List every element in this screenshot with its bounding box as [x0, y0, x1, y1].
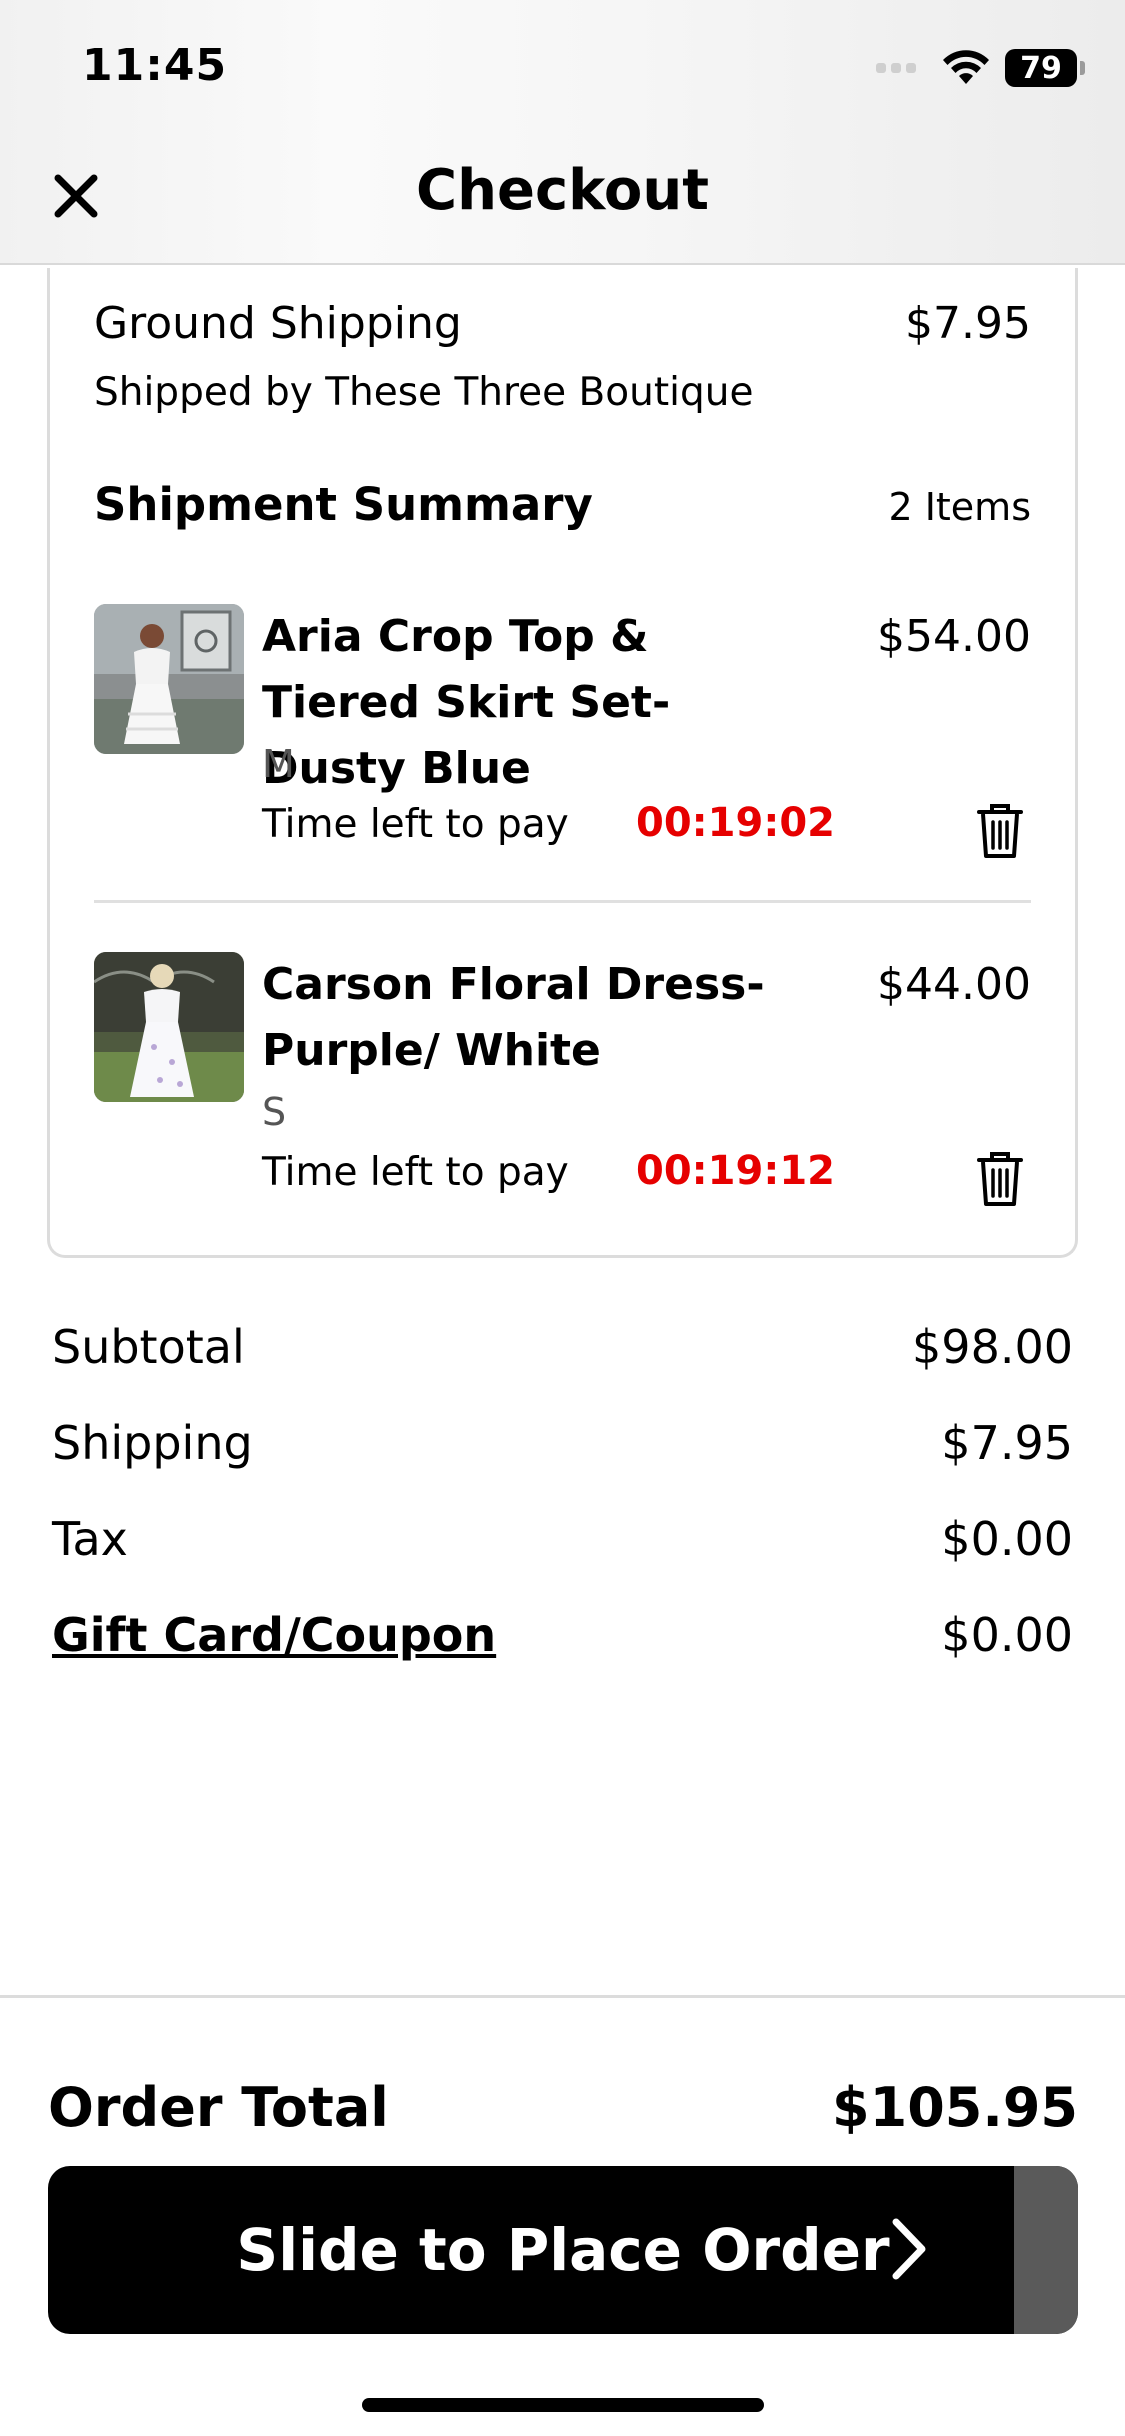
- trash-icon[interactable]: [975, 1150, 1025, 1208]
- subtotal-value: $98.00: [912, 1320, 1073, 1374]
- status-time: 11:45: [82, 40, 228, 91]
- product-name[interactable]: Carson Floral Dress- Purple/ White: [262, 952, 802, 1084]
- cart-item-1: Aria Crop Top & Tiered Skirt Set- Dusty …: [94, 604, 1031, 894]
- item-divider: [94, 900, 1031, 903]
- order-total-row: Order Total $105.95: [48, 2076, 1078, 2139]
- top-bar: 11:45 79 Checkout: [0, 0, 1125, 265]
- cellular-signal-icon: [876, 63, 921, 73]
- order-totals: Subtotal $98.00 Shipping $7.95 Tax $0.00…: [52, 1320, 1073, 1704]
- shipment-summary-title: Shipment Summary: [94, 478, 593, 531]
- shipping-row: Shipping $7.95: [52, 1416, 1073, 1512]
- shipping-method-row: Ground Shipping $7.95: [94, 298, 1031, 349]
- product-image[interactable]: [94, 952, 244, 1102]
- page-title: Checkout: [416, 158, 709, 223]
- shipping-method-price: $7.95: [905, 298, 1031, 349]
- gift-card-coupon-link[interactable]: Gift Card/Coupon: [52, 1608, 496, 1704]
- payment-countdown: 00:19:12: [636, 1148, 835, 1194]
- tax-label: Tax: [52, 1512, 128, 1566]
- shipment-card: Ground Shipping $7.95 Shipped by These T…: [47, 268, 1078, 1258]
- shipped-by-text: Shipped by These Three Boutique: [94, 370, 754, 415]
- wifi-icon: [943, 50, 989, 84]
- slide-handle[interactable]: [1014, 2166, 1078, 2334]
- product-price: $44.00: [877, 959, 1031, 1010]
- checkout-footer: Order Total $105.95 Slide to Place Order: [0, 1995, 1125, 2436]
- product-name[interactable]: Aria Crop Top & Tiered Skirt Set- Dusty …: [262, 604, 802, 802]
- product-price: $54.00: [877, 611, 1031, 662]
- shipment-summary-header: Shipment Summary 2 Items: [94, 478, 1031, 531]
- status-indicators: 79: [876, 48, 1085, 88]
- home-indicator[interactable]: [362, 2398, 764, 2412]
- shipping-label: Shipping: [52, 1416, 253, 1470]
- tax-row: Tax $0.00: [52, 1512, 1073, 1608]
- time-left-label: Time left to pay: [262, 802, 569, 847]
- subtotal-row: Subtotal $98.00: [52, 1320, 1073, 1416]
- product-size: S: [262, 1090, 287, 1134]
- subtotal-label: Subtotal: [52, 1320, 245, 1374]
- shipping-value: $7.95: [941, 1416, 1073, 1470]
- chevron-right-icon: [892, 2218, 926, 2280]
- time-left-label: Time left to pay: [262, 1150, 569, 1195]
- coupon-row: Gift Card/Coupon $0.00: [52, 1608, 1073, 1704]
- item-count: 2 Items: [888, 485, 1031, 529]
- slide-to-place-order-button[interactable]: Slide to Place Order: [48, 2166, 1078, 2334]
- shipping-method-label: Ground Shipping: [94, 298, 462, 349]
- product-image[interactable]: [94, 604, 244, 754]
- order-total-label: Order Total: [48, 2076, 389, 2139]
- coupon-value: $0.00: [941, 1608, 1073, 1662]
- tax-value: $0.00: [941, 1512, 1073, 1566]
- payment-countdown: 00:19:02: [636, 800, 835, 846]
- trash-icon[interactable]: [975, 802, 1025, 860]
- product-size: M: [262, 742, 295, 786]
- order-total-value: $105.95: [832, 2076, 1078, 2139]
- battery-icon: 79: [1005, 49, 1085, 87]
- cart-item-2: Carson Floral Dress- Purple/ White $44.0…: [94, 952, 1031, 1242]
